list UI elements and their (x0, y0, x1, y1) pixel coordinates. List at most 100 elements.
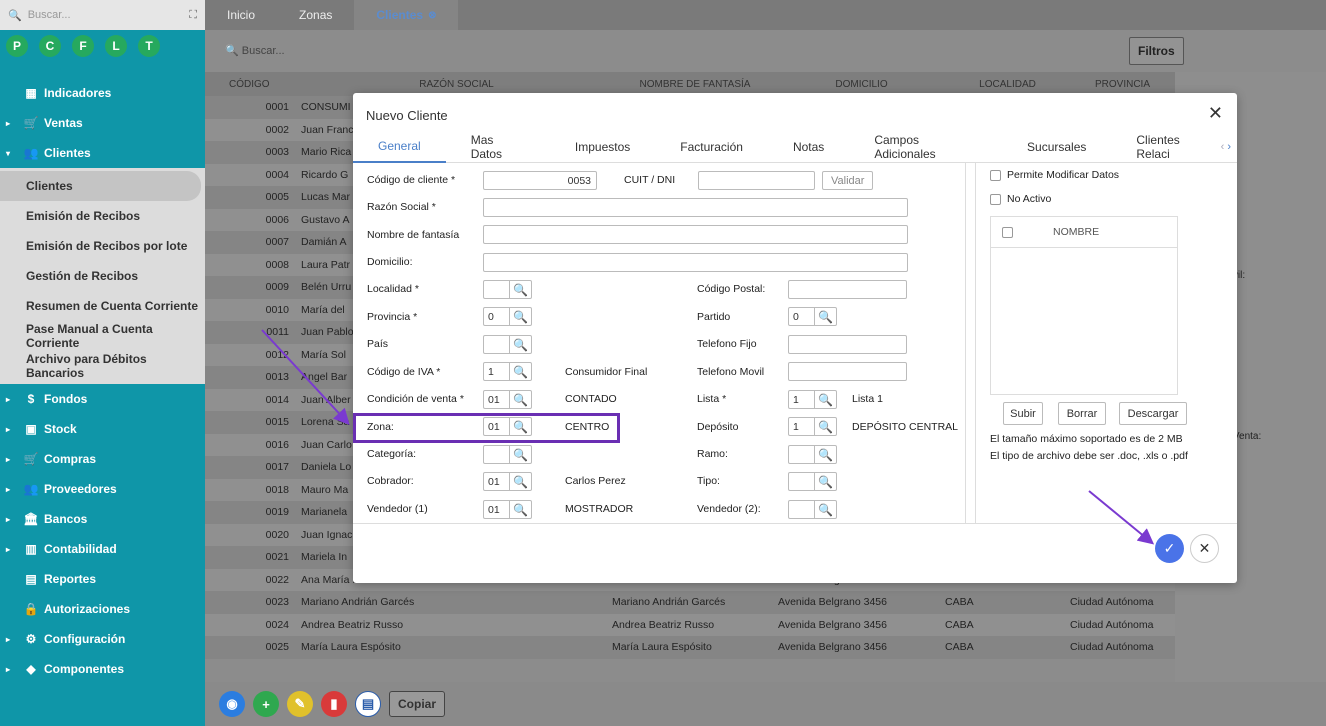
column-header[interactable]: LOCALIDAD (945, 79, 1070, 90)
validar-button[interactable]: Validar (822, 171, 874, 190)
vendedor1-code-input[interactable]: 01 (483, 500, 510, 519)
partido-code-input[interactable]: 0 (788, 307, 815, 326)
tipo-code-input[interactable] (788, 472, 815, 491)
checkbox-box[interactable] (990, 193, 1001, 205)
lista-lookup[interactable]: 1 🔍 (788, 390, 837, 409)
sidebar-item-fondos[interactable]: ▸ $ Fondos (0, 384, 205, 414)
razon-social-input[interactable] (483, 198, 908, 217)
sidebar-subitem-debitos[interactable]: Archivo para Débitos Bancarios (0, 351, 205, 381)
checkbox-box[interactable] (990, 169, 1001, 181)
descargar-button[interactable]: Descargar (1119, 402, 1187, 425)
quick-p-button[interactable]: P (6, 35, 28, 57)
domicilio-input[interactable] (483, 253, 908, 272)
lista-code-input[interactable]: 1 (788, 390, 815, 409)
subir-button[interactable]: Subir (1003, 402, 1043, 425)
sidebar-item-ventas[interactable]: ▸ 🛒 Ventas (0, 108, 205, 138)
search-icon[interactable]: 🔍 (815, 445, 837, 464)
tab-mas-datos[interactable]: Mas Datos (446, 133, 550, 161)
quick-l-button[interactable]: L (105, 35, 127, 57)
categoria-lookup[interactable]: 🔍 (483, 445, 532, 464)
tab-campos-adicionales[interactable]: Campos Adicionales (849, 133, 1002, 161)
vendedor1-lookup[interactable]: 01 🔍 (483, 500, 532, 519)
condicion-venta-lookup[interactable]: 01 🔍 (483, 390, 532, 409)
telefono-fijo-input[interactable] (788, 335, 907, 354)
cobrador-code-input[interactable]: 01 (483, 472, 510, 491)
sidebar-subitem-emision-recibos-lote[interactable]: Emisión de Recibos por lote (0, 231, 205, 261)
tab-clientes-relacionados[interactable]: Clientes Relaci (1111, 133, 1237, 161)
deposito-code-input[interactable]: 1 (788, 417, 815, 436)
search-icon[interactable]: 🔍 (510, 280, 532, 299)
copiar-button[interactable]: Copiar (389, 691, 446, 717)
search-icon[interactable]: 🔍 (815, 390, 837, 409)
provincia-code-input[interactable]: 0 (483, 307, 510, 326)
codigo-input[interactable]: 0053 (483, 171, 597, 190)
sidebar-item-proveedores[interactable]: ▸ 👥 Proveedores (0, 474, 205, 504)
ramo-lookup[interactable]: 🔍 (788, 445, 837, 464)
quick-c-button[interactable]: C (39, 35, 61, 57)
column-header[interactable]: PROVINCIA (1070, 79, 1175, 90)
sidebar-subitem-clientes[interactable]: Clientes (0, 171, 201, 201)
sidebar-subitem-pase-manual[interactable]: Pase Manual a Cuenta Corriente (0, 321, 205, 351)
chevron-left-icon[interactable]: ‹ (1221, 141, 1225, 153)
card-button[interactable]: ▤ (355, 691, 381, 717)
vendedor2-code-input[interactable] (788, 500, 815, 519)
filtros-button[interactable]: Filtros (1129, 37, 1184, 65)
tab-close-icon[interactable]: ⊗ (428, 10, 436, 21)
search-icon[interactable]: 🔍 (510, 335, 532, 354)
condicion-code-input[interactable]: 01 (483, 390, 510, 409)
tab-notas[interactable]: Notas (768, 140, 849, 154)
sidebar-item-autorizaciones[interactable]: 🔒 Autorizaciones (0, 594, 205, 624)
tab-zonas[interactable]: Zonas (277, 8, 354, 22)
tab-impuestos[interactable]: Impuestos (550, 140, 655, 154)
tab-clientes[interactable]: Clientes ⊗ (354, 0, 459, 30)
search-icon[interactable]: 🔍 (815, 307, 837, 326)
cuit-input[interactable] (698, 171, 815, 190)
expand-icon[interactable]: ⛶ (189, 9, 197, 22)
search-icon[interactable]: 🔍 (815, 500, 837, 519)
iva-lookup[interactable]: 1 🔍 (483, 362, 532, 381)
select-all-checkbox[interactable] (1002, 226, 1013, 238)
table-search[interactable]: 🔍 Buscar... (225, 44, 285, 57)
column-header[interactable]: RAZÓN SOCIAL (295, 79, 612, 90)
cobrador-lookup[interactable]: 01 🔍 (483, 472, 532, 491)
delete-button[interactable]: ▮ (321, 691, 347, 717)
deposito-lookup[interactable]: 1 🔍 (788, 417, 837, 436)
edit-button[interactable]: ✎ (287, 691, 313, 717)
borrar-button[interactable]: Borrar (1058, 402, 1106, 425)
sidebar-item-stock[interactable]: ▸ ▣ Stock (0, 414, 205, 444)
close-icon[interactable]: ✕ (1208, 103, 1223, 124)
sidebar-item-configuracion[interactable]: ▸ ⚙ Configuración (0, 624, 205, 654)
pais-code-input[interactable] (483, 335, 510, 354)
provincia-lookup[interactable]: 0 🔍 (483, 307, 532, 326)
search-icon[interactable]: 🔍 (510, 390, 532, 409)
search-icon[interactable]: 🔍 (815, 417, 837, 436)
column-header[interactable]: DOMICILIO (778, 79, 945, 90)
column-header[interactable]: NOMBRE DE FANTASÍA (612, 79, 778, 90)
add-button[interactable]: + (253, 691, 279, 717)
sidebar-item-reportes[interactable]: ▤ Reportes (0, 564, 205, 594)
tab-general[interactable]: General (353, 131, 446, 163)
sidebar-item-contabilidad[interactable]: ▸ ▥ Contabilidad (0, 534, 205, 564)
view-button[interactable]: ◉ (219, 691, 245, 717)
chevron-right-icon[interactable]: › (1227, 141, 1231, 153)
tab-inicio[interactable]: Inicio (205, 8, 277, 22)
telefono-movil-input[interactable] (788, 362, 907, 381)
sidebar-item-bancos[interactable]: ▸ 🏛 Bancos (0, 504, 205, 534)
partido-lookup[interactable]: 0 🔍 (788, 307, 837, 326)
sidebar-item-clientes[interactable]: ▾ 👥 Clientes (0, 138, 205, 168)
search-icon[interactable]: 🔍 (815, 472, 837, 491)
sidebar-search[interactable]: 🔍 Buscar... ⛶ (0, 0, 205, 30)
search-icon[interactable]: 🔍 (510, 307, 532, 326)
table-row[interactable]: 0023 Mariano Andrián Garcés Mariano Andriá… (205, 591, 1175, 614)
confirm-button[interactable]: ✓ (1155, 534, 1184, 563)
ramo-code-input[interactable] (788, 445, 815, 464)
quick-t-button[interactable]: T (138, 35, 160, 57)
codigo-postal-input[interactable] (788, 280, 907, 299)
sidebar-search-input[interactable]: Buscar... (28, 9, 71, 21)
localidad-lookup[interactable]: 🔍 (483, 280, 532, 299)
sidebar-subitem-emision-recibos[interactable]: Emisión de Recibos (0, 201, 205, 231)
sidebar-item-componentes[interactable]: ▸ ◆ Componentes (0, 654, 205, 684)
tipo-lookup[interactable]: 🔍 (788, 472, 837, 491)
sidebar-item-compras[interactable]: ▸ 🛒 Compras (0, 444, 205, 474)
sidebar-subitem-gestion-recibos[interactable]: Gestión de Recibos (0, 261, 205, 291)
